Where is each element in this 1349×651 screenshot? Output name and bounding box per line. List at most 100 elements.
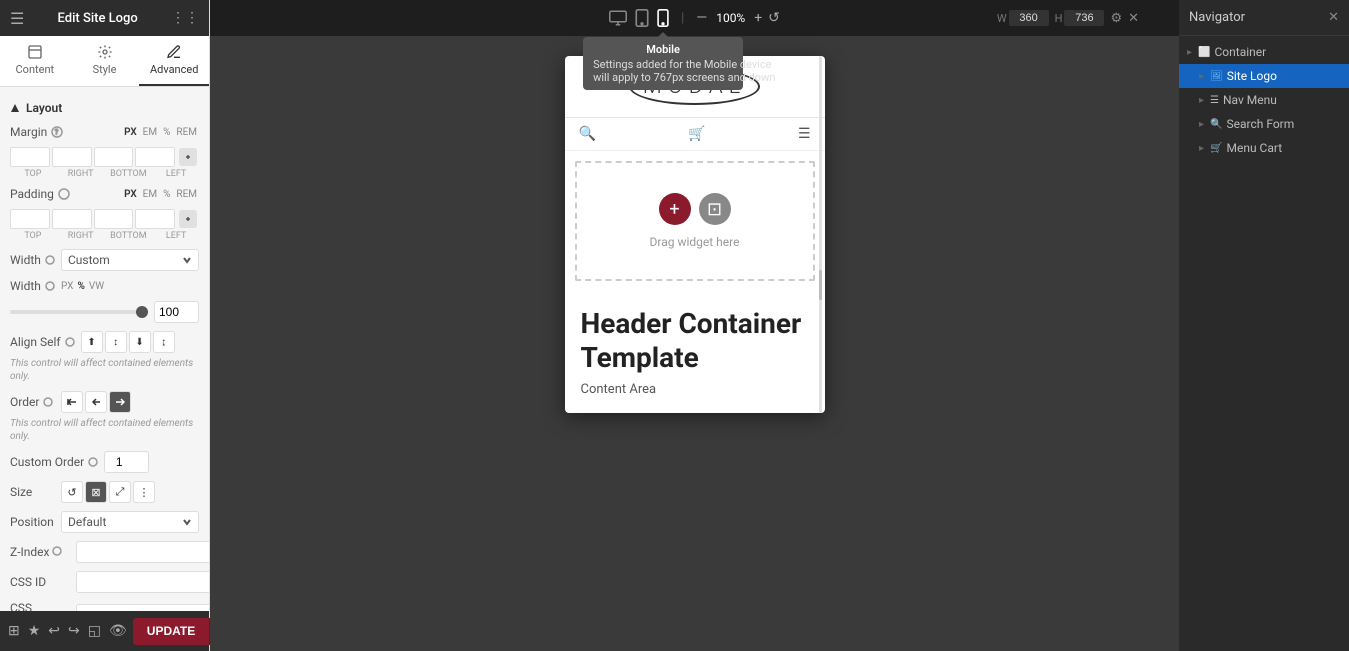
navigator-close-icon[interactable]: ✕ xyxy=(1328,10,1339,25)
width-value-input[interactable]: 360 xyxy=(1009,10,1049,26)
cssid-input[interactable] xyxy=(76,571,209,593)
width-dropdown[interactable]: Custom xyxy=(61,249,199,271)
drag-handle-button[interactable]: ⊡ xyxy=(699,193,731,225)
margin-unit-pct[interactable]: % xyxy=(161,126,172,139)
width-unit-pct[interactable]: % xyxy=(77,281,84,292)
eye-icon[interactable]: 👁 xyxy=(109,623,127,639)
cssclasses-label: CSS Classes xyxy=(10,601,70,611)
zoom-reset-button[interactable]: ↺ xyxy=(768,10,780,26)
tab-content[interactable]: Content xyxy=(0,36,70,86)
container-icon: ⬜ xyxy=(1198,47,1210,58)
zoom-in-button[interactable]: + xyxy=(754,10,762,26)
left-panel: ☰ Edit Site Logo ⋮⋮ Content Style Advanc… xyxy=(0,0,210,651)
hamburger-icon[interactable]: ☰ xyxy=(10,9,24,28)
mobile-scrollbar[interactable] xyxy=(819,56,823,413)
update-button[interactable]: UPDATE xyxy=(133,618,209,645)
margin-bottom[interactable] xyxy=(94,147,134,167)
drop-zone[interactable]: + ⊡ Drag widget here xyxy=(575,161,815,281)
svg-text:?: ? xyxy=(55,129,59,137)
zoom-out-button[interactable]: — xyxy=(696,10,707,26)
search-form-label: Search Form xyxy=(1226,117,1294,131)
order-first-button[interactable] xyxy=(61,391,83,413)
padding-top[interactable] xyxy=(10,209,50,229)
align-bottom-button[interactable]: ⬇ xyxy=(129,331,151,353)
margin-top[interactable] xyxy=(10,147,50,167)
padding-left[interactable] xyxy=(135,209,175,229)
align-top-button[interactable]: ⬆ xyxy=(81,331,103,353)
align-self-label: Align Self xyxy=(10,335,75,349)
menu-cart-arrow-icon: ▸ xyxy=(1199,143,1204,154)
position-label: Position xyxy=(10,515,55,529)
undo-icon[interactable]: ↩ xyxy=(48,623,60,639)
padding-unit-pct[interactable]: % xyxy=(161,188,172,201)
tab-advanced[interactable]: Advanced xyxy=(139,36,209,86)
redo-icon[interactable]: ↪ xyxy=(68,623,80,639)
desktop-device-button[interactable] xyxy=(609,10,627,26)
zindex-input[interactable] xyxy=(76,541,209,563)
order-prev-button[interactable] xyxy=(85,391,107,413)
nav-item-search-form[interactable]: ▸ 🔍 Search Form xyxy=(1179,112,1349,136)
size-expand-button[interactable]: ⤢ xyxy=(109,481,131,503)
tab-style-label: Style xyxy=(93,63,117,76)
order-note: This control will affect contained eleme… xyxy=(10,417,199,443)
width-select-row: Width Custom xyxy=(10,249,199,271)
cart-nav-icon[interactable]: 🛒 xyxy=(688,126,705,142)
nav-item-nav-menu[interactable]: ▸ ☰ Nav Menu xyxy=(1179,88,1349,112)
custom-order-label: Custom Order xyxy=(10,455,98,469)
nav-menu-nav-icon: ☰ xyxy=(1210,95,1219,106)
margin-unit-em[interactable]: EM xyxy=(141,126,159,139)
size-row: Size ↺ ⊠ ⤢ ⋮ xyxy=(10,481,199,503)
tab-style[interactable]: Style xyxy=(70,36,140,86)
nav-item-container[interactable]: ▸ ⬜ Container xyxy=(1179,40,1349,64)
animation-icon[interactable]: ★ xyxy=(28,623,41,639)
margin-right[interactable] xyxy=(52,147,92,167)
align-middle-button[interactable]: ↕ xyxy=(105,331,127,353)
add-widget-button[interactable]: + xyxy=(659,193,691,225)
close-icon[interactable]: ✕ xyxy=(1128,11,1139,26)
site-logo-nav-icon: 🖼 xyxy=(1210,71,1223,82)
width2-label: Width xyxy=(10,279,55,293)
margin-unit-rem[interactable]: REM xyxy=(174,126,199,139)
height-value-input[interactable]: 736 xyxy=(1064,10,1104,26)
padding-right[interactable] xyxy=(52,209,92,229)
settings-icon[interactable]: ⚙ xyxy=(1110,11,1122,26)
width-label: W xyxy=(997,12,1007,25)
align-self-note: This control will affect contained eleme… xyxy=(10,357,199,383)
margin-left[interactable] xyxy=(135,147,175,167)
padding-unit-em[interactable]: EM xyxy=(141,188,159,201)
responsive-icon[interactable]: ◱ xyxy=(88,623,101,639)
align-stretch-button[interactable]: ↨ xyxy=(153,331,175,353)
tooltip-title: Mobile xyxy=(593,43,733,56)
grid-icon[interactable]: ⋮⋮ xyxy=(171,10,199,26)
padding-unit-rem[interactable]: REM xyxy=(174,188,199,201)
size-reset-button[interactable]: ↺ xyxy=(61,481,83,503)
bottom-icons: ⊞ ★ ↩ ↪ ◱ 👁 xyxy=(8,623,127,639)
custom-order-input[interactable]: 1 xyxy=(104,451,149,473)
cssclasses-input[interactable] xyxy=(76,604,209,611)
content-heading: Header Container Template xyxy=(581,307,809,374)
padding-unit-px[interactable]: PX xyxy=(122,188,139,201)
size-mid-button[interactable]: ⊠ xyxy=(85,481,107,503)
nav-item-site-logo[interactable]: ▸ 🖼 Site Logo xyxy=(1179,64,1349,88)
margin-unit-px[interactable]: PX xyxy=(122,126,139,139)
tablet-device-button[interactable] xyxy=(635,9,649,27)
tab-advanced-label: Advanced xyxy=(150,63,198,76)
nav-item-menu-cart[interactable]: ▸ 🛒 Menu Cart xyxy=(1179,136,1349,160)
position-dropdown[interactable]: Default xyxy=(61,511,199,533)
margin-link-button[interactable] xyxy=(179,148,197,166)
padding-bottom[interactable] xyxy=(94,209,134,229)
padding-link-button[interactable] xyxy=(179,210,197,228)
width-unit-vw[interactable]: VW xyxy=(89,281,104,292)
panel-header: ☰ Edit Site Logo ⋮⋮ xyxy=(0,0,209,36)
menu-nav-icon[interactable]: ☰ xyxy=(798,126,811,142)
size-more-button[interactable]: ⋮ xyxy=(133,481,155,503)
mobile-device-button[interactable]: Mobile Settings added for the Mobile dev… xyxy=(657,9,669,27)
width-unit-px[interactable]: PX xyxy=(61,281,73,292)
tooltip-body: Settings added for the Mobile devicewill… xyxy=(593,58,733,84)
layers-icon[interactable]: ⊞ xyxy=(8,623,20,639)
scrollbar-track xyxy=(819,56,822,413)
width-slider[interactable] xyxy=(10,310,148,314)
search-nav-icon[interactable]: 🔍 xyxy=(579,126,596,142)
order-last-button[interactable] xyxy=(109,391,131,413)
width-input[interactable]: 100 xyxy=(154,301,199,323)
